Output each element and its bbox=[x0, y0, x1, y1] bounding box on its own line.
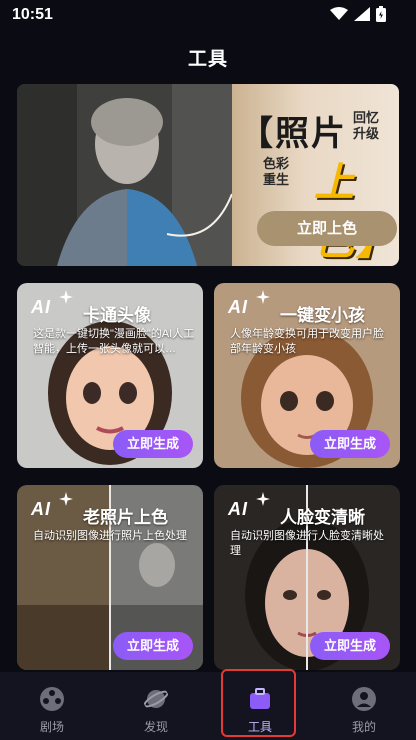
nav-tab-theater[interactable]: 剧场 bbox=[0, 672, 104, 740]
ai-badge: AI bbox=[31, 297, 51, 317]
page-title: 工具 bbox=[187, 49, 228, 70]
card-title: 老照片上色 bbox=[83, 508, 168, 527]
bottom-nav: 剧场 发现 工具 我的 bbox=[0, 672, 416, 740]
nav-label: 我的 bbox=[351, 720, 376, 734]
card-description: 自动识别图像进行照片上色处理 bbox=[33, 530, 187, 542]
nav-label: 发现 bbox=[143, 720, 168, 734]
card-description: 这是款一键切换"漫画脸"的AI人工智能，上传一张头像就可以… bbox=[33, 328, 195, 355]
ai-badge: AI bbox=[228, 297, 248, 317]
signal-icon bbox=[354, 7, 370, 21]
selected-tab-highlight bbox=[221, 669, 296, 737]
generate-now-button[interactable]: 立即生成 bbox=[310, 632, 390, 660]
old-woman-photo bbox=[17, 84, 232, 266]
card-title: 一键变小孩 bbox=[280, 306, 365, 325]
card-title: 人脸变清晰 bbox=[280, 508, 365, 527]
banner-big-text: 上色】 bbox=[314, 161, 396, 263]
profile-icon bbox=[352, 687, 376, 711]
ai-badge: AI bbox=[31, 499, 51, 519]
generate-now-button[interactable]: 立即生成 bbox=[113, 430, 193, 458]
card-face-enhance[interactable]: AI 人脸变清晰 自动识别图像进行人脸变清晰处理 立即生成 bbox=[214, 485, 400, 670]
colorize-now-button[interactable]: 立即上色 bbox=[257, 211, 397, 246]
colorize-banner[interactable]: 【照片 回忆 升级 色彩 重生 上色】 立即上色 bbox=[17, 84, 399, 266]
nav-tab-profile[interactable]: 我的 bbox=[312, 672, 416, 740]
nav-label: 剧场 bbox=[39, 720, 64, 734]
sparkle-icon bbox=[59, 492, 73, 506]
battery-icon bbox=[376, 6, 386, 22]
sparkle-icon bbox=[256, 290, 270, 304]
film-reel-icon bbox=[40, 687, 64, 711]
card-cartoon-avatar[interactable]: AI 卡通头像 这是款一键切换"漫画脸"的AI人工智能，上传一张头像就可以… 立… bbox=[17, 283, 203, 468]
wifi-icon bbox=[330, 7, 348, 20]
ai-badge: AI bbox=[228, 499, 248, 519]
card-title: 卡通头像 bbox=[83, 306, 151, 325]
generate-now-button[interactable]: 立即生成 bbox=[113, 632, 193, 660]
banner-side-left: 色彩 重生 bbox=[263, 156, 290, 187]
sparkle-icon bbox=[256, 492, 270, 506]
card-description: 人像年龄变换可用于改变用户脸部年龄变小孩 bbox=[230, 328, 384, 355]
status-icons bbox=[330, 6, 386, 22]
card-description: 自动识别图像进行人脸变清晰处理 bbox=[230, 530, 384, 557]
generate-now-button[interactable]: 立即生成 bbox=[310, 430, 390, 458]
card-child-face[interactable]: AI 一键变小孩 人像年龄变换可用于改变用户脸部年龄变小孩 立即生成 bbox=[214, 283, 400, 468]
banner-title: 【照片 bbox=[239, 115, 347, 153]
status-bar: 10:51 bbox=[0, 0, 416, 30]
planet-icon bbox=[143, 690, 169, 708]
card-old-photo-colorize[interactable]: AI 老照片上色 自动识别图像进行照片上色处理 立即生成 bbox=[17, 485, 203, 670]
status-time: 10:51 bbox=[12, 6, 53, 23]
sparkle-icon bbox=[59, 290, 73, 304]
banner-side-top: 回忆 升级 bbox=[353, 110, 380, 141]
nav-tab-discover[interactable]: 发现 bbox=[104, 672, 208, 740]
